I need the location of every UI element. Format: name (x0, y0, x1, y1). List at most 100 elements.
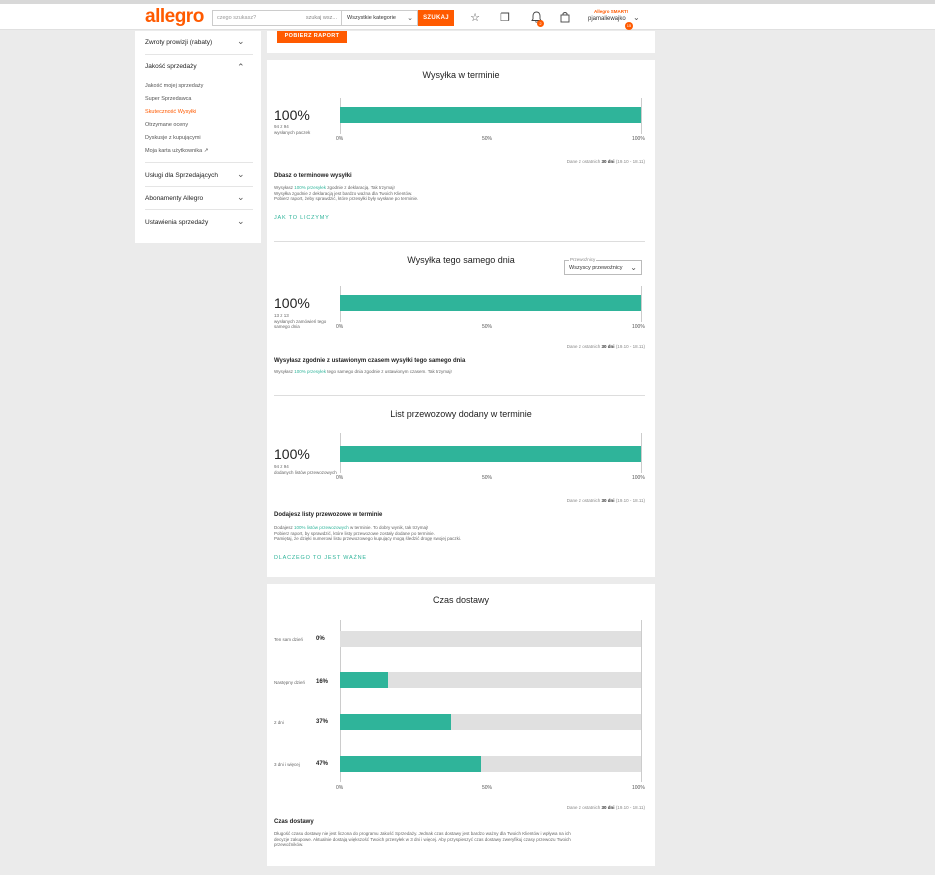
czas-description: Długość czasu dostawy nie jest liczona d… (274, 831, 644, 848)
list-p1b: 100% listów przewozowych (294, 525, 349, 530)
sidebar-item-jakosc[interactable]: Jakość sprzedaży (145, 63, 197, 70)
same-day-bar-fill (340, 295, 641, 311)
czas-bar-track (340, 672, 641, 688)
tick-label: 100% (632, 475, 645, 481)
wysylka-bar-fill (340, 107, 641, 123)
chevron-down-icon[interactable]: ⌄ (237, 192, 245, 203)
same-day-bar-track (340, 295, 641, 311)
dane-range: (19.10 - 18.11) (615, 805, 645, 810)
chevron-down-icon[interactable]: ⌄ (633, 13, 640, 22)
same-day-p1a: Wysyłasz (274, 369, 295, 374)
bag-shape (560, 12, 570, 23)
wysylka-sub1: 94 z 94 (274, 124, 289, 129)
list-sub: 94 z 94 dodanych listów przewozowych (274, 464, 338, 475)
divider (145, 162, 253, 163)
list-bar-track (340, 446, 641, 462)
sidebar-subitem-oceny[interactable]: Otrzymane oceny (145, 122, 188, 128)
dlaczego-link[interactable]: DLACZEGO TO JEST WAŻNE (274, 555, 367, 561)
chevron-down-icon: ⌄ (630, 263, 637, 272)
sidebar-subitem-dyskusje[interactable]: Dyskusje z kupującymi (145, 135, 201, 141)
dane-prefix: Dane z ostatnich (566, 159, 601, 164)
category-value: Wszystkie kategorie (347, 15, 396, 21)
czas-row-value: 47% (316, 761, 329, 767)
list-bar-fill (340, 446, 641, 462)
same-day-p1c: tego samego dnia zgodnie z ustawionym cz… (326, 369, 452, 374)
wysylka-p3: Pobierz raport, żeby sprawdzić, które pr… (274, 196, 419, 201)
list-p2: Pobierz raport, by sprawdzić, które list… (274, 530, 435, 536)
data-period: Dane z ostatnich 30 dni (19.10 - 18.11) (567, 498, 645, 503)
wysylka-percent: 100% (274, 107, 310, 123)
tick-label: 50% (482, 136, 493, 142)
chevron-down-icon: ⌄ (407, 15, 413, 22)
divider (274, 241, 645, 242)
axis-line (641, 620, 642, 782)
tick-label: 50% (482, 785, 493, 791)
wysylka-p1a: Wysyłasz (274, 185, 295, 190)
tick-label: 100% (632, 324, 645, 330)
carrier-select-label: Przewoźnicy (569, 257, 597, 262)
sidebar-subitem-karta[interactable]: Moja karta użytkownika ↗ (145, 148, 208, 154)
divider (145, 209, 253, 210)
axis-line (641, 98, 642, 134)
czas-bar-fill (340, 756, 482, 772)
smart-text: SMART! (610, 9, 629, 14)
tick-label: 50% (482, 475, 493, 481)
wysylka-title: Wysyłka w terminie (422, 70, 500, 80)
download-report-button[interactable]: POBIERZ RAPORT (277, 31, 347, 43)
list-p1a: Dodajesz (274, 525, 295, 530)
sidebar-subitem-super-sprzedawca[interactable]: Super Sprzedawca (145, 96, 191, 102)
dane-range: (19.10 - 18.11) (615, 498, 645, 503)
chat-icon[interactable]: ❐ (498, 11, 512, 25)
chevron-down-icon[interactable]: ⌄ (237, 169, 245, 180)
smart-prefix: Allegro (594, 9, 610, 14)
czas-bar-track (340, 714, 641, 730)
sidebar-item-uslugi[interactable]: Usługi dla Sprzedających (145, 172, 218, 179)
divider (145, 54, 253, 55)
czas-row-label: Następny dzień (274, 680, 306, 685)
czas-p2: decyzje zakupowe. Aktualnie dostają więk… (274, 836, 571, 842)
wysylka-sub2: wysłanych paczek (274, 129, 311, 135)
bag-icon[interactable] (558, 11, 572, 25)
search-button[interactable]: SZUKAJ (418, 10, 454, 26)
list-description: Dodajesz 100% listów przewozowych w term… (274, 525, 644, 542)
czas-p3: przewoźników. (274, 842, 304, 847)
external-link-icon: ↗ (203, 148, 209, 154)
czas-heading: Czas dostawy (274, 819, 314, 825)
same-day-sub: 13 z 13 wysłanych zamówień tego samego dn… (274, 313, 338, 330)
wysylka-p2: Wysyłka zgodnie z deklaracją jest bardzo… (274, 190, 413, 196)
czas-bar-track (340, 631, 641, 647)
jak-liczymy-link[interactable]: JAK TO LICZYMY (274, 215, 330, 221)
czas-row-label: Ten sam dzień (274, 637, 304, 642)
chevron-down-icon[interactable]: ⌄ (237, 216, 245, 227)
dane-prefix: Dane z ostatnich (566, 498, 601, 503)
same-day-description: Wysyłasz 100% przesyłek tego samego dnia… (274, 369, 644, 375)
search-mode[interactable]: szukaj wsz... (306, 15, 337, 21)
tick-label: 0% (336, 324, 344, 330)
same-day-sub1: 13 z 13 (274, 313, 289, 318)
top-header: allegro czego szukasz? szukaj wsz... Wsz… (0, 4, 935, 30)
list-p1c: w terminie. To dobry wynik, tak trzymaj! (348, 525, 429, 530)
dane-days: 30 dni (601, 805, 615, 810)
search-input[interactable]: czego szukasz? szukaj wsz... (212, 10, 342, 26)
carrier-select[interactable]: Przewoźnicy Wszyscy przewoźnicy ⌄ (564, 257, 642, 275)
dane-range: (19.10 - 18.11) (615, 159, 645, 164)
wysylka-description: Wysyłasz 100% przesyłek zgodnie z deklar… (274, 185, 644, 202)
sidebar-item-zwroty[interactable]: Zwroty prowizji (rabaty) (145, 39, 212, 46)
notifications-badge: 2 (537, 20, 544, 27)
username[interactable]: pjamaliewajko (588, 16, 626, 22)
category-select[interactable]: Wszystkie kategorie ⌄ (342, 10, 418, 26)
czas-bar-fill (340, 714, 452, 730)
chevron-up-icon[interactable]: ⌃ (237, 62, 245, 73)
sidebar-item-abonamenty[interactable]: Abonamenty Allegro (145, 195, 203, 202)
list-p3: Pamiętaj, że dzięki numerowi listu przew… (274, 536, 462, 541)
allegro-logo[interactable]: allegro (145, 6, 204, 28)
sidebar-subitem-skutecznosc[interactable]: Skuteczność Wysyłki (145, 109, 196, 115)
list-sub1: 94 z 94 (274, 464, 289, 469)
chevron-down-icon[interactable]: ⌄ (237, 36, 245, 47)
tick-label: 100% (632, 785, 645, 791)
sidebar-subitem-jakosc-mojej[interactable]: Jakość mojej sprzedaży (145, 83, 203, 89)
dane-prefix: Dane z ostatnich (566, 344, 601, 349)
sidebar-item-ustawienia[interactable]: Ustawienia sprzedaży (145, 219, 208, 226)
czas-bar-track (340, 756, 641, 772)
star-icon[interactable]: ☆ (468, 11, 482, 25)
